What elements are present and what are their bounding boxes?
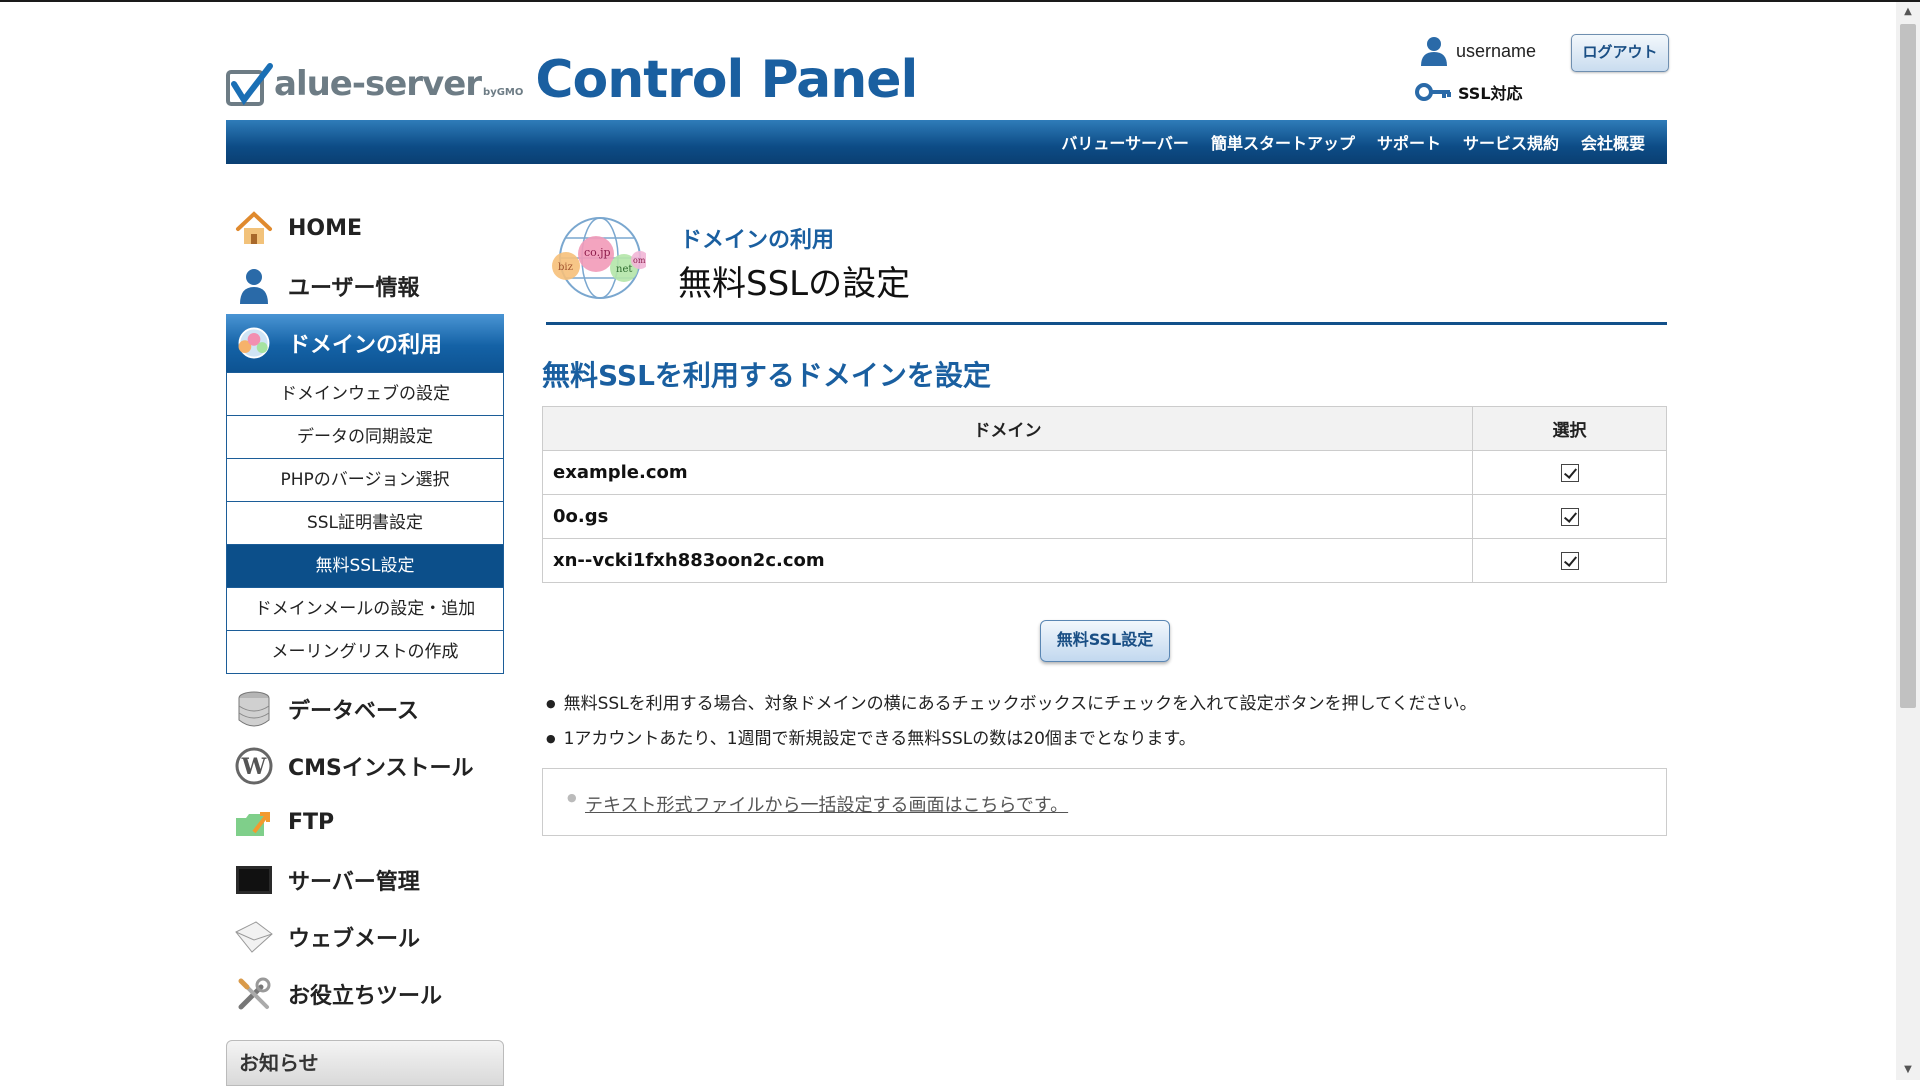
select-cell — [1472, 450, 1667, 495]
page-header: biz co.jp net om ドメインの利用 無料SSLの設定 — [546, 214, 1667, 325]
envelope-icon — [234, 917, 274, 957]
notes-list: 無料SSLを利用する場合、対象ドメインの横にあるチェックボックスにチェックを入れ… — [546, 690, 1477, 760]
user-icon — [1421, 37, 1447, 66]
nav-link-company[interactable]: 会社概要 — [1581, 130, 1645, 154]
scroll-down-arrow-icon[interactable]: ▼ — [1896, 1060, 1920, 1080]
logout-button[interactable]: ログアウト — [1571, 34, 1669, 72]
nav-link-support[interactable]: サポート — [1377, 130, 1441, 154]
svg-text:net: net — [616, 264, 632, 275]
logo-check-icon — [226, 63, 273, 106]
table-row: example.com — [542, 450, 1667, 495]
sidebar-item-tools[interactable]: お役立ちツール — [226, 965, 504, 1022]
sidebar-item-ftp[interactable]: FTP — [226, 794, 504, 851]
top-nav-bar: バリューサーバー 簡単スタートアップ サポート サービス規約 会社概要 — [226, 120, 1667, 164]
sidebar-item-cms-install[interactable]: W CMSインストール — [226, 737, 504, 794]
sidebar-item-database[interactable]: データベース — [226, 680, 504, 737]
sidebar-item-label: お役立ちツール — [288, 983, 443, 1009]
domain-checkbox[interactable] — [1560, 508, 1579, 527]
sidebar-lower-group: データベース W CMSインストール FTP サーバー管理 ウェブメール お役立… — [226, 680, 504, 1022]
table-header-row: ドメイン 選択 — [542, 406, 1667, 451]
submenu-data-sync[interactable]: データの同期設定 — [227, 415, 503, 458]
logo[interactable]: alue-server byGMO Control Panel — [226, 50, 918, 110]
domain-globe-icon — [234, 323, 274, 363]
ssl-label: SSL対応 — [1458, 84, 1523, 103]
sidebar-item-user-info[interactable]: ユーザー情報 — [226, 257, 504, 314]
nav-link-quickstart[interactable]: 簡単スタートアップ — [1211, 130, 1355, 154]
svg-text:biz: biz — [558, 262, 573, 273]
sidebar-item-label: CMSインストール — [288, 755, 474, 781]
domain-checkbox[interactable] — [1560, 552, 1579, 571]
window-top-border — [0, 0, 1920, 2]
sidebar-item-label: ドメインの利用 — [288, 333, 443, 358]
logo-title: Control Panel — [535, 50, 918, 110]
notice-header[interactable]: お知らせ — [226, 1040, 504, 1086]
ftp-icon — [234, 803, 274, 843]
submenu-ssl-certificate[interactable]: SSL証明書設定 — [227, 501, 503, 544]
scroll-up-arrow-icon[interactable]: ▲ — [1896, 2, 1920, 22]
key-icon — [1415, 83, 1451, 101]
submenu-php-version[interactable]: PHPのバージョン選択 — [227, 458, 503, 501]
domain-globe-icon: biz co.jp net om — [552, 217, 646, 299]
sidebar-item-label: データベース — [288, 698, 419, 724]
select-cell — [1472, 494, 1667, 539]
column-header-select: 選択 — [1472, 406, 1667, 451]
domain-cell: xn--vcki1fxh883oon2c.com — [542, 538, 1473, 583]
monitor-icon — [234, 860, 274, 900]
svg-text:W: W — [241, 754, 267, 780]
domain-checkbox[interactable] — [1560, 464, 1579, 483]
sidebar: HOME ユーザー情報 ドメインの利用 ドメインウェブの設定 データの同期設定 … — [226, 200, 504, 1022]
nav-link-valueserver[interactable]: バリューサーバー — [1061, 130, 1189, 154]
sidebar-item-label: ユーザー情報 — [288, 275, 420, 301]
svg-text:om: om — [633, 256, 646, 265]
sidebar-item-label: ウェブメール — [288, 926, 421, 952]
table-row: 0o.gs — [542, 494, 1667, 539]
domain-cell: 0o.gs — [542, 494, 1473, 539]
page-title: 無料SSLの設定 — [678, 264, 911, 304]
nav-link-terms[interactable]: サービス規約 — [1463, 130, 1559, 154]
scrollbar-thumb[interactable] — [1900, 24, 1916, 708]
submenu-domain-mail[interactable]: ドメインメールの設定・追加 — [227, 587, 503, 630]
user-area: username — [1420, 36, 1536, 66]
database-icon — [234, 689, 274, 729]
ssl-status: SSL対応 — [1414, 80, 1523, 104]
username-label: username — [1456, 40, 1537, 61]
note-item: 無料SSLを利用する場合、対象ドメインの横にあるチェックボックスにチェックを入れ… — [546, 690, 1477, 725]
bulk-setting-link[interactable]: テキスト形式ファイルから一括設定する画面はこちらです。 — [585, 791, 1068, 817]
wordpress-icon: W — [234, 746, 274, 786]
tools-icon — [234, 974, 274, 1014]
table-row: xn--vcki1fxh883oon2c.com — [542, 538, 1667, 583]
section-title: 無料SSLを利用するドメインを設定 — [542, 359, 991, 392]
page-subtitle: ドメインの利用 — [680, 228, 835, 253]
logo-brand: alue-server — [274, 64, 482, 104]
bullet-icon: ● — [567, 791, 577, 804]
logo-sub: byGMO — [483, 87, 524, 98]
sidebar-item-server-admin[interactable]: サーバー管理 — [226, 851, 504, 908]
domain-table: ドメイン 選択 example.com 0o.gs xn--vcki1fxh88… — [542, 406, 1667, 583]
domain-submenu: ドメインウェブの設定 データの同期設定 PHPのバージョン選択 SSL証明書設定… — [226, 372, 504, 674]
sidebar-item-label: FTP — [288, 810, 335, 835]
svg-text:co.jp: co.jp — [584, 246, 611, 259]
sidebar-item-webmail[interactable]: ウェブメール — [226, 908, 504, 965]
sidebar-item-domain[interactable]: ドメインの利用 — [226, 314, 504, 372]
domain-cell: example.com — [542, 450, 1473, 495]
note-item: 1アカウントあたり、1週間で新規設定できる無料SSLの数は20個までとなります。 — [546, 725, 1477, 760]
free-ssl-submit-button[interactable]: 無料SSL設定 — [1040, 620, 1170, 662]
submenu-mailing-list[interactable]: メーリングリストの作成 — [227, 630, 503, 673]
column-header-domain: ドメイン — [542, 406, 1473, 451]
house-icon — [234, 209, 274, 249]
sidebar-item-label: サーバー管理 — [288, 869, 420, 895]
submenu-free-ssl[interactable]: 無料SSL設定 — [227, 544, 503, 587]
sidebar-item-label: HOME — [288, 216, 363, 241]
vertical-scrollbar[interactable]: ▲ ▼ — [1896, 2, 1920, 1080]
sidebar-item-home[interactable]: HOME — [226, 200, 504, 257]
bulk-setting-box: ● テキスト形式ファイルから一括設定する画面はこちらです。 — [542, 768, 1667, 836]
select-cell — [1472, 538, 1667, 583]
submenu-domain-web[interactable]: ドメインウェブの設定 — [227, 372, 503, 415]
user-icon — [234, 266, 274, 306]
